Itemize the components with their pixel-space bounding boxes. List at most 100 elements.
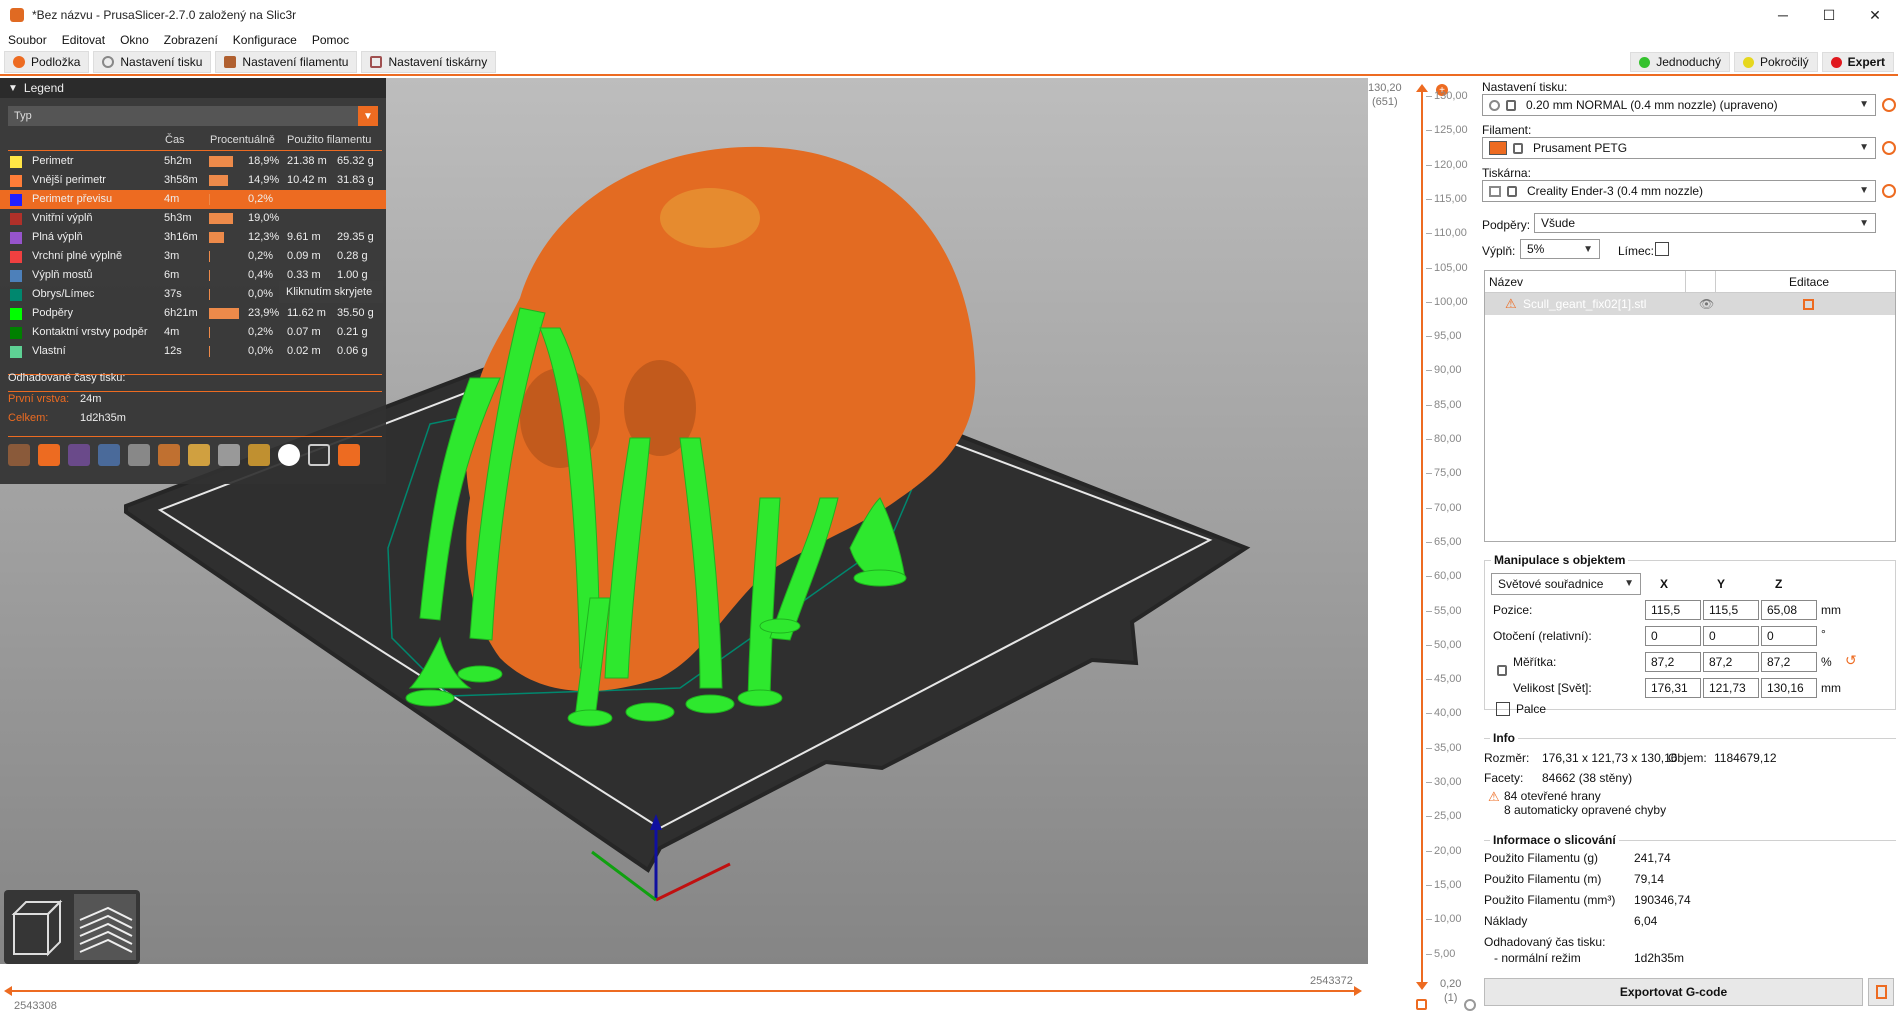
object-row[interactable]: ⚠ Scull_geant_fix02[1].stl 👁 bbox=[1485, 293, 1895, 315]
pause-prints-toggle-icon[interactable] bbox=[218, 444, 240, 466]
lock-icon[interactable] bbox=[1416, 999, 1427, 1010]
slider-tick-label: 85,00 bbox=[1434, 398, 1462, 411]
rotation-y-input[interactable]: 0 bbox=[1703, 626, 1759, 646]
size-z-input[interactable]: 130,16 bbox=[1761, 678, 1817, 698]
inches-checkbox[interactable] bbox=[1496, 702, 1510, 716]
menu-view[interactable]: Zobrazení bbox=[164, 33, 218, 47]
y-axis-label: Y bbox=[1717, 577, 1726, 591]
legend-row[interactable]: Perimetr převisu 4m 0,2% bbox=[0, 190, 386, 209]
export-gcode-button[interactable]: Exportovat G-code bbox=[1484, 978, 1863, 1006]
wipe-toggle-icon[interactable] bbox=[38, 444, 60, 466]
brim-checkbox[interactable] bbox=[1655, 242, 1669, 256]
supports-combo[interactable]: Všude ▼ bbox=[1534, 213, 1876, 233]
legend-row[interactable]: Vnitřní výplň 5h3m 19,0% bbox=[0, 209, 386, 228]
tab-filament-settings[interactable]: Nastavení filamentu bbox=[215, 51, 358, 73]
mode-expert-button[interactable]: Expert bbox=[1821, 52, 1894, 72]
legend-header[interactable]: ▼ Legend bbox=[0, 78, 386, 98]
upper-thumb-icon[interactable] bbox=[1416, 84, 1428, 92]
menu-help[interactable]: Pomoc bbox=[312, 33, 349, 47]
tab-printer-settings[interactable]: Nastavení tiskárny bbox=[361, 51, 497, 73]
spool-icon bbox=[224, 56, 237, 68]
size-x-input[interactable]: 176,31 bbox=[1645, 678, 1701, 698]
legend-length: 0.02 m bbox=[287, 345, 321, 357]
filament-mm3-label: Použito Filamentu (mm³) bbox=[1484, 893, 1616, 907]
filament-edit-icon[interactable] bbox=[1882, 141, 1896, 155]
legend-row[interactable]: Plná výplň 3h16m 12,3% 9.61 m 29.35 g bbox=[0, 228, 386, 247]
position-x-input[interactable]: 115,5 bbox=[1645, 600, 1701, 620]
move-slider[interactable]: 2543372 2543308 bbox=[0, 975, 1368, 1016]
legend-percent: 18,9% bbox=[248, 155, 280, 167]
position-z-input[interactable]: 65,08 bbox=[1761, 600, 1817, 620]
legend-percent-bar bbox=[209, 232, 224, 243]
retractions-toggle-icon[interactable] bbox=[68, 444, 90, 466]
slider-tick bbox=[1426, 610, 1432, 612]
color-changes-toggle-icon[interactable] bbox=[188, 444, 210, 466]
print-settings-combo[interactable]: 0.20 mm NORMAL (0.4 mm nozzle) (upraveno… bbox=[1482, 94, 1876, 116]
filament-combo[interactable]: Prusament PETG ▼ bbox=[1482, 137, 1876, 159]
layer-slider[interactable]: 130,20 (651) + 130,00 125,00 120,00 115,00 1… bbox=[1368, 80, 1480, 1015]
tab-plater[interactable]: Podložka bbox=[4, 51, 90, 73]
printer-edit-icon[interactable] bbox=[1882, 184, 1896, 198]
left-thumb-icon[interactable] bbox=[4, 986, 12, 996]
scale-z-input[interactable]: 87,2 bbox=[1761, 652, 1817, 672]
lower-thumb-icon[interactable] bbox=[1416, 982, 1428, 990]
menu-configuration[interactable]: Konfigurace bbox=[233, 33, 297, 47]
position-y-input[interactable]: 115,5 bbox=[1703, 600, 1759, 620]
infill-value: 5% bbox=[1527, 242, 1545, 256]
shells-toggle-icon[interactable] bbox=[308, 444, 330, 466]
reset-scale-icon[interactable]: ↺ bbox=[1845, 652, 1857, 669]
menu-edit[interactable]: Editovat bbox=[62, 33, 105, 47]
volume-label: Objem: bbox=[1668, 751, 1707, 765]
minimize-button[interactable]: ─ bbox=[1760, 0, 1806, 30]
slider-tick-label: 25,00 bbox=[1434, 810, 1462, 823]
eye-icon[interactable]: 👁 bbox=[1699, 297, 1714, 311]
menu-file[interactable]: Soubor bbox=[8, 33, 47, 47]
legend-row[interactable]: Vlastní 12s 0,0% 0.02 m 0.06 g bbox=[0, 342, 386, 361]
scale-x-input[interactable]: 87,2 bbox=[1645, 652, 1701, 672]
tab-print-settings[interactable]: Nastavení tisku bbox=[93, 51, 212, 73]
tool-changes-toggle-icon[interactable] bbox=[158, 444, 180, 466]
menu-window[interactable]: Okno bbox=[120, 33, 149, 47]
rotation-z-input[interactable]: 0 bbox=[1761, 626, 1817, 646]
cog-icon[interactable] bbox=[1464, 999, 1476, 1011]
send-to-printer-button[interactable] bbox=[1868, 978, 1894, 1006]
custom-gcodes-toggle-icon[interactable] bbox=[248, 444, 270, 466]
legend-row[interactable]: Vrchní plné výplně 3m 0,2% 0.09 m 0.28 g bbox=[0, 247, 386, 266]
legend-row[interactable]: Podpěry 6h21m 23,9% 11.62 m 35.50 g bbox=[0, 304, 386, 323]
legend-row[interactable]: Kontaktní vrstvy podpěr 4m 0,2% 0.07 m 0.21 … bbox=[0, 323, 386, 342]
slider-tick bbox=[1426, 473, 1432, 475]
slider-tick bbox=[1426, 233, 1432, 235]
legend-time: 12s bbox=[164, 345, 182, 357]
seams-toggle-icon[interactable] bbox=[128, 444, 150, 466]
printer-combo[interactable]: Creality Ender-3 (0.4 mm nozzle) ▼ bbox=[1482, 180, 1876, 202]
mode-advanced-button[interactable]: Pokročilý bbox=[1733, 52, 1818, 72]
col-time: Čas bbox=[165, 134, 185, 146]
dimensions-label: Rozměr: bbox=[1484, 751, 1530, 765]
maximize-button[interactable]: ☐ bbox=[1806, 0, 1852, 30]
edit-icon[interactable] bbox=[1803, 298, 1814, 310]
size-y-input[interactable]: 121,73 bbox=[1703, 678, 1759, 698]
right-thumb-icon[interactable] bbox=[1354, 986, 1362, 996]
travel-toggle-icon[interactable] bbox=[8, 444, 30, 466]
legend-row[interactable]: Vnější perimetr 3h58m 14,9% 10.42 m 31.83 g bbox=[0, 171, 386, 190]
tool-marker-toggle-icon[interactable] bbox=[338, 444, 360, 466]
scale-y-input[interactable]: 87,2 bbox=[1703, 652, 1759, 672]
center-of-gravity-toggle-icon[interactable] bbox=[278, 444, 300, 466]
chevron-down-icon: ▼ bbox=[1624, 578, 1634, 589]
infill-combo[interactable]: 5% ▼ bbox=[1520, 239, 1600, 259]
legend-feature-name: Perimetr bbox=[32, 155, 74, 167]
rotation-x-input[interactable]: 0 bbox=[1645, 626, 1701, 646]
open-edges-warning: 84 otevřené hrany bbox=[1504, 789, 1601, 803]
mode-simple-button[interactable]: Jednoduchý bbox=[1630, 52, 1730, 72]
3d-view-icon[interactable] bbox=[11, 899, 63, 957]
print-settings-edit-icon[interactable] bbox=[1882, 98, 1896, 112]
legend-time: 6m bbox=[164, 269, 180, 281]
close-button[interactable]: ✕ bbox=[1852, 0, 1898, 30]
chevron-down-icon: ▼ bbox=[1859, 185, 1869, 196]
coord-system-select[interactable]: Světové souřadnice ▼ bbox=[1491, 573, 1641, 595]
scale-lock-icon[interactable] bbox=[1497, 665, 1507, 676]
slider-tick bbox=[1426, 919, 1432, 921]
legend-row[interactable]: Perimetr 5h2m 18,9% 21.38 m 65.32 g bbox=[0, 152, 386, 171]
deretractions-toggle-icon[interactable] bbox=[98, 444, 120, 466]
legend-type-select[interactable]: Typ ▼ bbox=[8, 106, 378, 126]
